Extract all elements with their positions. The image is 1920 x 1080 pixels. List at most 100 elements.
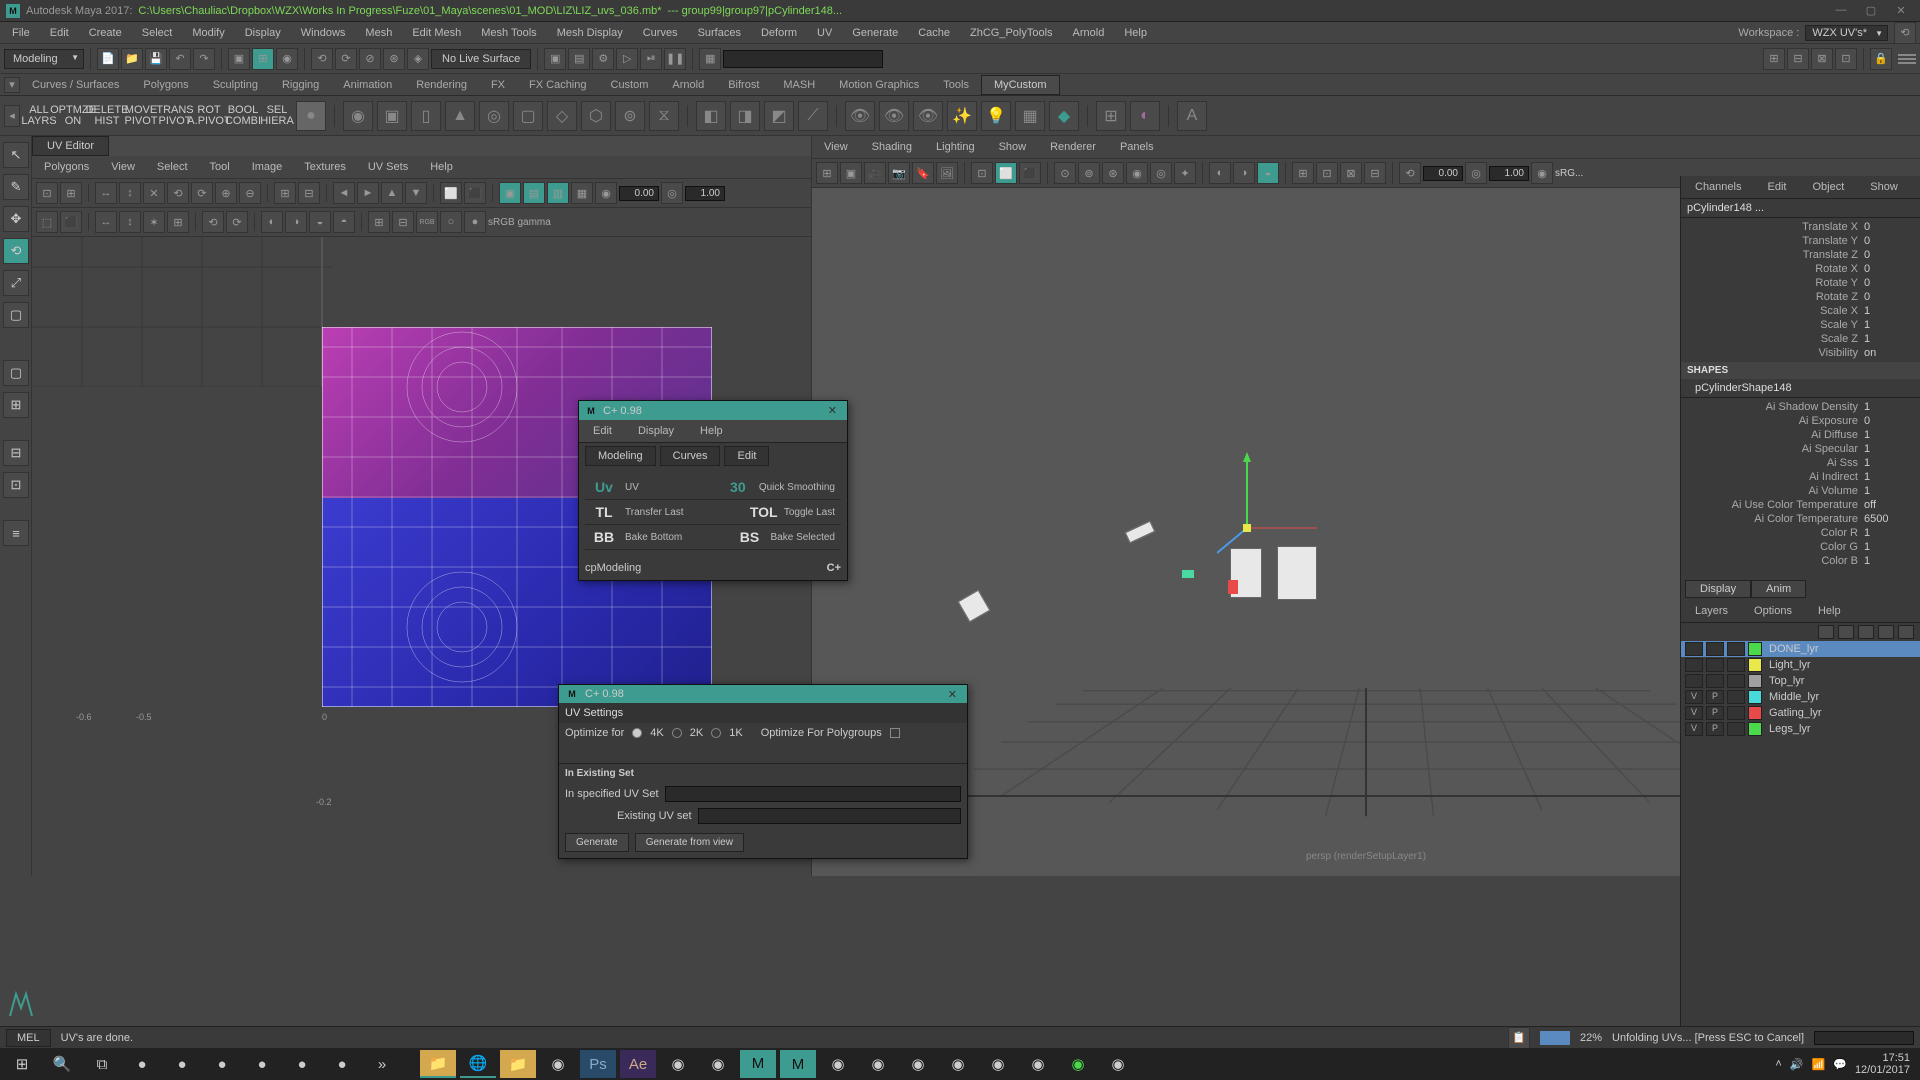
tray-action-icon[interactable]: 💬 xyxy=(1833,1058,1847,1071)
tray-volume-icon[interactable]: 🔊 xyxy=(1790,1058,1804,1071)
shelf-tab-mycustom[interactable]: MyCustom xyxy=(981,75,1060,95)
uv-t2-14[interactable]: ⊟ xyxy=(392,211,414,233)
vp-tb19[interactable]: ⊞ xyxy=(1292,162,1314,184)
layer-visibility-toggle[interactable] xyxy=(1685,658,1703,672)
hamburger-icon[interactable] xyxy=(1898,54,1916,64)
vp-field1[interactable]: 0.00 xyxy=(1423,166,1463,181)
panel-btn-2[interactable]: ⊟ xyxy=(1787,48,1809,70)
uv-tb15[interactable]: ▼ xyxy=(405,182,427,204)
cb-menu-show[interactable]: Show xyxy=(1862,179,1906,195)
vp-tb25[interactable]: ◉ xyxy=(1531,162,1553,184)
vp-tb9[interactable]: ⬛ xyxy=(1019,162,1041,184)
shelf-tab-fx[interactable]: FX xyxy=(479,76,517,94)
shelf-prim-platonic[interactable]: ⬡ xyxy=(581,101,611,131)
taskbar-app-11[interactable]: ◉ xyxy=(820,1050,856,1078)
vp-tb6[interactable]: 🖼 xyxy=(936,162,958,184)
uv-t2-4[interactable]: ↕ xyxy=(119,211,141,233)
radio-4k[interactable] xyxy=(632,728,642,738)
cb-attr-row[interactable]: Ai Sss1 xyxy=(1681,456,1920,470)
vp-tb15[interactable]: ✦ xyxy=(1174,162,1196,184)
shelf-shade[interactable]: ◐ xyxy=(1130,101,1160,131)
vp-tb24[interactable]: ◎ xyxy=(1465,162,1487,184)
vp-tb14[interactable]: ◎ xyxy=(1150,162,1172,184)
cb-shape-name[interactable]: pCylinderShape148 xyxy=(1681,379,1920,398)
menu-meshdisplay[interactable]: Mesh Display xyxy=(549,25,631,41)
layer-playback-toggle[interactable] xyxy=(1706,674,1724,688)
uv-tb23[interactable]: ◎ xyxy=(661,182,683,204)
menu-generate[interactable]: Generate xyxy=(844,25,906,41)
vp-menu-lighting[interactable]: Lighting xyxy=(928,139,983,155)
lock-icon[interactable]: 🔒 xyxy=(1870,48,1892,70)
shelf-prim-cube[interactable]: ▣ xyxy=(377,101,407,131)
render-button[interactable]: ▣ xyxy=(544,48,566,70)
uv-tb7[interactable]: ⟳ xyxy=(191,182,213,204)
menu-modify[interactable]: Modify xyxy=(184,25,232,41)
layer-color-swatch[interactable] xyxy=(1748,706,1762,720)
vp-tb21[interactable]: ⊠ xyxy=(1340,162,1362,184)
menu-create[interactable]: Create xyxy=(81,25,130,41)
d1-menu-edit[interactable]: Edit xyxy=(585,423,620,439)
taskbar-app-6[interactable]: ● xyxy=(324,1050,360,1078)
pause-button[interactable]: ❚❚ xyxy=(664,48,686,70)
taskbar-ps[interactable]: Ps xyxy=(580,1050,616,1078)
polygroups-checkbox[interactable] xyxy=(890,728,900,738)
taskbar-app-12[interactable]: ◉ xyxy=(860,1050,896,1078)
vp-tb18[interactable]: ◒ xyxy=(1257,162,1279,184)
vp-tb23[interactable]: ⟲ xyxy=(1399,162,1421,184)
menu-help[interactable]: Help xyxy=(1116,25,1155,41)
shelf-tab-polygons[interactable]: Polygons xyxy=(131,76,200,94)
cb-attr-row[interactable]: Ai Diffuse1 xyxy=(1681,428,1920,442)
taskbar-app-8[interactable]: ◉ xyxy=(540,1050,576,1078)
live-surface-field[interactable]: No Live Surface xyxy=(431,49,531,69)
shelf-prim-sphere[interactable]: ◉ xyxy=(343,101,373,131)
shelf-prim-torus[interactable]: ◎ xyxy=(479,101,509,131)
uv-settings-dialog[interactable]: M C+ 0.98 ✕ UV Settings Optimize for 4K … xyxy=(558,684,968,859)
render-settings-button[interactable]: ⚙ xyxy=(592,48,614,70)
existing-uv-field[interactable] xyxy=(698,808,961,824)
menu-editmesh[interactable]: Edit Mesh xyxy=(404,25,469,41)
taskbar-explorer[interactable]: 📁 xyxy=(420,1050,456,1078)
menu-edit[interactable]: Edit xyxy=(42,25,77,41)
snap-curve-button[interactable]: ◉ xyxy=(276,48,298,70)
cb-attr-row[interactable]: Ai Exposure0 xyxy=(1681,414,1920,428)
shelf-custom-8[interactable]: SELHIERA xyxy=(262,101,292,131)
menu-zhcg[interactable]: ZhCG_PolyTools xyxy=(962,25,1061,41)
shelf-tab-motion[interactable]: Motion Graphics xyxy=(827,76,931,94)
taskbar-app-14[interactable]: ◉ xyxy=(940,1050,976,1078)
vp-tb10[interactable]: ⊙ xyxy=(1054,162,1076,184)
layer-visibility-toggle[interactable]: V xyxy=(1685,690,1703,704)
layer-state[interactable] xyxy=(1727,706,1745,720)
menu-curves[interactable]: Curves xyxy=(635,25,686,41)
uv-tb8[interactable]: ⊕ xyxy=(215,182,237,204)
layer-state[interactable] xyxy=(1727,642,1745,656)
layer-color-swatch[interactable] xyxy=(1748,722,1762,736)
tray-up-icon[interactable]: ˄ xyxy=(1775,1058,1781,1070)
uv-t2-17[interactable]: ● xyxy=(464,211,486,233)
shelf-tab-rigging[interactable]: Rigging xyxy=(270,76,331,94)
shelf-eye3[interactable]: 👁 xyxy=(913,101,943,131)
taskbar-app-2[interactable]: ● xyxy=(164,1050,200,1078)
layer-btn-2[interactable] xyxy=(1838,625,1854,639)
move-tool[interactable]: ✥ xyxy=(3,206,29,232)
workspace-dropdown[interactable]: WZX UV's* ▼ xyxy=(1805,25,1888,41)
layer-state[interactable] xyxy=(1727,658,1745,672)
d1-tab-modeling[interactable]: Modeling xyxy=(585,446,656,466)
layer-row[interactable]: V P Middle_lyr xyxy=(1681,689,1920,705)
cplus-icon[interactable]: C+ xyxy=(827,562,841,574)
menu-deform[interactable]: Deform xyxy=(753,25,805,41)
menu-surfaces[interactable]: Surfaces xyxy=(690,25,749,41)
uv-menu-polygons[interactable]: Polygons xyxy=(36,159,97,175)
shelf-tab-sculpting[interactable]: Sculpting xyxy=(201,76,270,94)
cplus-dialog[interactable]: M C+ 0.98 ✕ Edit Display Help Modeling C… xyxy=(578,400,848,581)
open-scene-button[interactable]: 📁 xyxy=(121,48,143,70)
taskbar-app-16[interactable]: ◉ xyxy=(1020,1050,1056,1078)
vp-tb5[interactable]: 🔖 xyxy=(912,162,934,184)
vp-tb2[interactable]: ▣ xyxy=(840,162,862,184)
scale-tool[interactable]: ⤢ xyxy=(3,270,29,296)
tool-icon[interactable]: TL xyxy=(591,504,617,520)
shelf-custom-7[interactable]: BOOLCOMBI xyxy=(228,101,258,131)
lasso-tool[interactable]: ✎ xyxy=(3,174,29,200)
shelf-menu-icon[interactable]: ▾ xyxy=(4,77,20,93)
uv-t2-3[interactable]: ↔ xyxy=(95,211,117,233)
d1-tab-edit[interactable]: Edit xyxy=(724,446,769,466)
